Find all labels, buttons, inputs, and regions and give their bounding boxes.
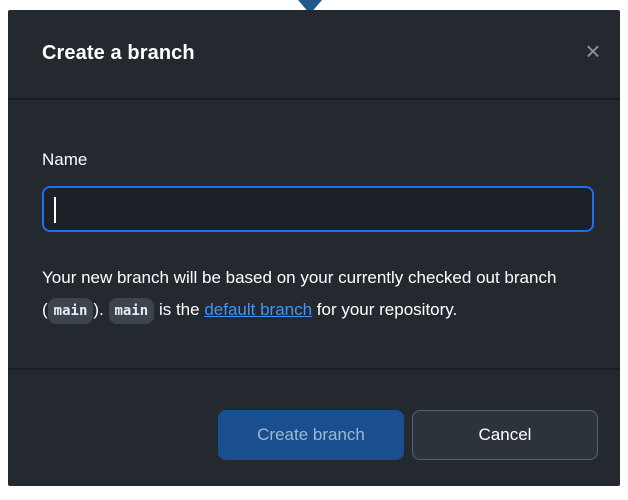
cancel-button[interactable]: Cancel xyxy=(412,410,598,460)
close-icon[interactable]: × xyxy=(580,38,606,64)
create-branch-button[interactable]: Create branch xyxy=(218,410,404,460)
desc-text-3: is the xyxy=(154,300,205,319)
desc-text-2: ). xyxy=(93,300,109,319)
branch-name-input[interactable] xyxy=(42,186,594,232)
desc-text-4: for your repository. xyxy=(312,300,458,319)
dialog-title: Create a branch xyxy=(42,42,195,64)
dialog-header: Create a branch × xyxy=(8,10,620,100)
dialog-body: Name Your new branch will be based on yo… xyxy=(8,100,620,370)
text-cursor xyxy=(54,197,56,223)
create-branch-dialog: Create a branch × Name Your new branch w… xyxy=(8,10,620,486)
branch-description: Your new branch will be based on your cu… xyxy=(42,262,602,327)
current-branch-code: main xyxy=(47,298,94,324)
default-branch-link[interactable]: default branch xyxy=(204,300,312,319)
name-label: Name xyxy=(42,150,88,169)
dialog-footer: Create branch Cancel xyxy=(8,370,620,486)
default-branch-code: main xyxy=(108,298,155,324)
